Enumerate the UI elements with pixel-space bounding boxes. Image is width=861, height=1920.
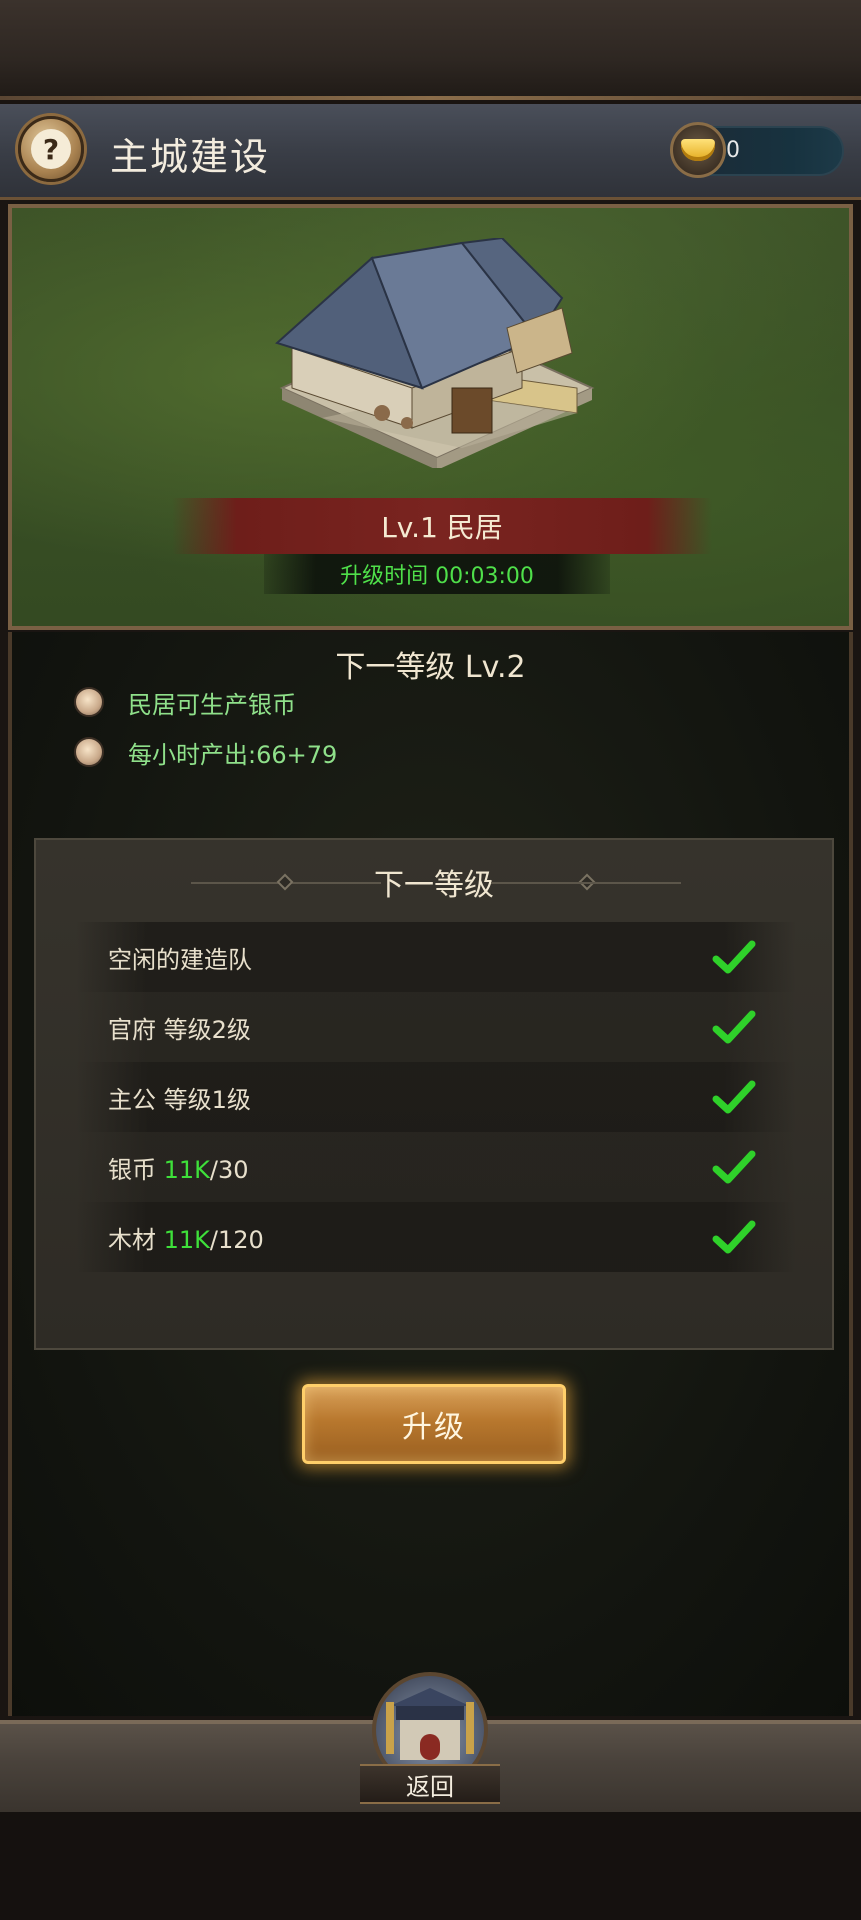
checkmark-icon bbox=[712, 1010, 756, 1044]
building-scene: Lv.1 民居 升级时间 00:03:00 bbox=[8, 204, 853, 630]
requirement-label: 空闲的建造队 bbox=[108, 945, 252, 974]
feature-text: 每小时产出:66+79 bbox=[128, 740, 338, 769]
checkmark-icon bbox=[712, 1220, 756, 1254]
resource-owned: 11K bbox=[163, 1155, 210, 1184]
resource-name: 木材 bbox=[108, 1225, 164, 1254]
header-bar: ? 主城建设 0 bbox=[0, 104, 861, 200]
resource-name: 银币 bbox=[108, 1155, 164, 1184]
requirement-label: 主公 等级1级 bbox=[108, 1085, 251, 1114]
currency-display[interactable]: 0 bbox=[670, 122, 844, 178]
requirement-row: 空闲的建造队 bbox=[76, 922, 796, 992]
requirement-row: 木材 11K/120 bbox=[76, 1202, 796, 1272]
requirement-row: 主公 等级1级 bbox=[76, 1062, 796, 1132]
resource-needed: /120 bbox=[209, 1225, 264, 1254]
next-level-title: 下一等级 Lv.2 bbox=[335, 650, 526, 685]
bullet-orb-icon bbox=[74, 687, 104, 717]
requirement-row: 官府 等级2级 bbox=[76, 992, 796, 1062]
currency-value: 0 bbox=[726, 138, 740, 163]
building-level-banner: Lv.1 民居 bbox=[172, 498, 712, 554]
checkmark-icon bbox=[712, 940, 756, 974]
requirement-row: 银币 11K/30 bbox=[76, 1132, 796, 1202]
back-button[interactable]: 返回 bbox=[360, 1672, 500, 1810]
help-button[interactable]: ? bbox=[18, 116, 84, 182]
bullet-orb-icon bbox=[74, 737, 104, 767]
requirements-title: 下一等级 bbox=[374, 868, 494, 903]
resource-needed: /30 bbox=[209, 1155, 249, 1184]
requirement-label: 木材 11K/120 bbox=[108, 1220, 264, 1255]
feature-text: 民居可生产银币 bbox=[128, 690, 296, 719]
upgrade-button[interactable]: 升级 bbox=[302, 1384, 566, 1464]
feature-item: 民居可生产银币 bbox=[74, 682, 296, 722]
requirements-list: 空闲的建造队 官府 等级2级 主公 等级1级 银币 11K/30 木材 11K/… bbox=[76, 922, 796, 1272]
question-mark-icon: ? bbox=[31, 129, 71, 169]
residence-building-image bbox=[275, 238, 595, 468]
checkmark-icon bbox=[712, 1150, 756, 1184]
main-panel: 下一等级 Lv.2 民居可生产银币 每小时产出:66+79 下一等级 空闲的建造… bbox=[8, 632, 853, 1716]
resource-owned: 11K bbox=[163, 1225, 210, 1254]
gold-ingot-icon bbox=[670, 122, 726, 178]
bottom-background bbox=[0, 1812, 861, 1920]
requirement-label: 银币 11K/30 bbox=[108, 1150, 249, 1185]
feature-item: 每小时产出:66+79 bbox=[74, 732, 337, 772]
back-label: 返回 bbox=[360, 1764, 500, 1804]
upgrade-time-label: 升级时间 00:03:00 bbox=[264, 554, 610, 594]
checkmark-icon bbox=[712, 1080, 756, 1114]
requirement-label: 官府 等级2级 bbox=[108, 1015, 251, 1044]
requirements-panel: 下一等级 空闲的建造队 官府 等级2级 主公 等级1级 银币 11K/30 木材… bbox=[34, 838, 834, 1350]
divider bbox=[491, 882, 681, 884]
top-decor-band bbox=[0, 0, 861, 100]
page-title: 主城建设 bbox=[110, 135, 271, 179]
